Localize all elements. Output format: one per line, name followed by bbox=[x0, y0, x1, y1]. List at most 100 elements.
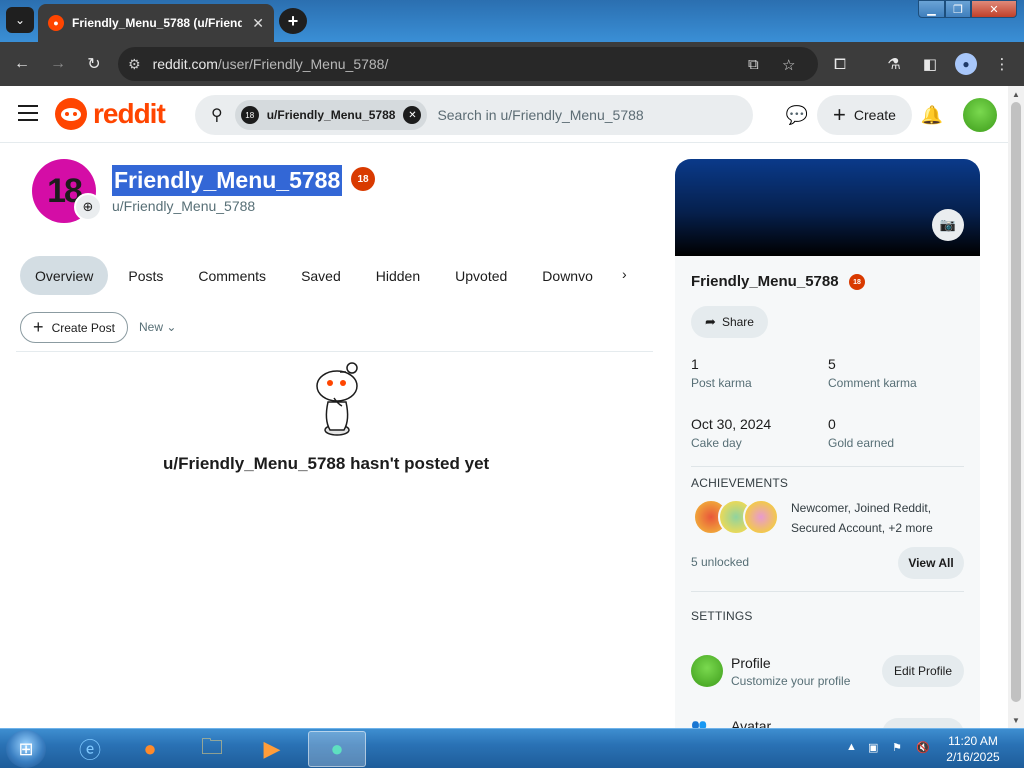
snoo-empty-state-icon bbox=[316, 362, 358, 436]
plus-icon: + bbox=[33, 317, 44, 337]
scrollbar-thumb[interactable] bbox=[1011, 102, 1021, 702]
address-bar[interactable]: ⚙ reddit.com/user/Friendly_Menu_5788/ ⧉ … bbox=[118, 47, 818, 81]
chat-icon[interactable]: 💬 bbox=[785, 103, 809, 127]
share-button[interactable]: ➦ Share bbox=[691, 306, 768, 338]
address-url: reddit.com/user/Friendly_Menu_5788/ bbox=[153, 56, 389, 72]
create-post-button[interactable]: + Create Post bbox=[20, 312, 128, 343]
clock-date: 2/16/2025 bbox=[946, 750, 1000, 764]
firefox-icon[interactable]: ● bbox=[124, 731, 176, 767]
secured-account-achievement-icon bbox=[743, 499, 779, 535]
page-scrollbar[interactable]: ▲ ▼ bbox=[1008, 86, 1024, 728]
show-hidden-icons-icon[interactable]: ▲ bbox=[846, 741, 857, 753]
sidebar-divider bbox=[691, 591, 964, 592]
profile-setting-title: Profile bbox=[731, 655, 771, 671]
system-clock[interactable]: 11:20 AM 2/16/2025 bbox=[940, 733, 1006, 765]
empty-state-message: u/Friendly_Menu_5788 hasn't posted yet bbox=[163, 454, 490, 473]
clock-time: 11:20 AM bbox=[948, 734, 998, 748]
tab-close-icon[interactable]: ✕ bbox=[252, 15, 264, 32]
profile-settings-avatar bbox=[691, 655, 723, 687]
chip-remove-icon[interactable]: ✕ bbox=[403, 106, 422, 124]
create-post-label: Create Post bbox=[51, 320, 115, 335]
hamburger-menu-icon[interactable] bbox=[18, 105, 38, 123]
reddit-favicon-icon: ● bbox=[48, 15, 64, 31]
tab-upvoted[interactable]: Upvoted bbox=[440, 256, 522, 295]
user-avatar[interactable] bbox=[963, 98, 997, 132]
bookmark-star-icon[interactable]: ☆ bbox=[782, 56, 795, 74]
tab-overview[interactable]: Overview bbox=[20, 256, 109, 295]
search-scope-chip[interactable]: 18 u/Friendly_Menu_5788 ✕ bbox=[234, 100, 428, 130]
tab-comments[interactable]: Comments bbox=[183, 256, 281, 295]
search-icon: ⚲ bbox=[211, 107, 223, 124]
labs-flask-icon[interactable]: ⚗ bbox=[883, 53, 905, 75]
site-info-icon[interactable]: ⚙ bbox=[128, 56, 141, 73]
media-player-icon[interactable]: ▶ bbox=[246, 731, 298, 767]
profile-tabs: Overview Posts Comments Saved Hidden Upvoted D… bbox=[20, 256, 613, 295]
forward-arrow-icon[interactable]: → bbox=[46, 52, 70, 76]
action-center-flag-icon[interactable]: ⚑ bbox=[892, 741, 902, 754]
reload-icon[interactable]: ↻ bbox=[82, 52, 106, 76]
chip-avatar: 18 bbox=[240, 106, 259, 124]
browser-title-bar: ⌄ ● Friendly_Menu_5788 (u/Friend ✕ + ▁ ❐… bbox=[0, 0, 1024, 42]
file-explorer-icon[interactable]: 🗀 bbox=[186, 731, 238, 767]
back-arrow-icon[interactable]: ← bbox=[10, 52, 34, 76]
cake-day-label: Cake day bbox=[691, 436, 742, 450]
chevron-down-icon: ⌄ bbox=[14, 13, 26, 27]
side-panel-icon[interactable]: ◧ bbox=[919, 53, 941, 75]
tab-search-button[interactable]: ⌄ bbox=[6, 7, 34, 33]
plus-icon: + bbox=[833, 102, 846, 127]
reddit-logo[interactable]: reddit bbox=[55, 98, 166, 130]
sidebar-username: Friendly_Menu_5788 bbox=[691, 273, 839, 290]
browser-toolbar: ← → ↻ ⚙ reddit.com/user/Friendly_Menu_57… bbox=[0, 42, 1024, 86]
internet-explorer-icon[interactable]: ⓔ bbox=[64, 731, 116, 767]
avatar-setting-title: Avatar bbox=[731, 718, 772, 728]
search-input[interactable]: Search in u/Friendly_Menu_5788 bbox=[437, 107, 643, 123]
volume-muted-icon[interactable]: 🔇 bbox=[916, 741, 930, 754]
achievements-unlocked-count: 5 unlocked bbox=[691, 555, 750, 569]
gold-earned-value: 0 bbox=[828, 416, 836, 432]
gold-earned-label: Gold earned bbox=[828, 436, 895, 450]
search-bar[interactable]: ⚲ 18 u/Friendly_Menu_5788 ✕ Search in u/… bbox=[195, 95, 753, 135]
tabs-next-chevron-icon[interactable]: › bbox=[622, 266, 627, 282]
install-app-icon[interactable]: ⧉ bbox=[748, 56, 759, 73]
scroll-up-icon[interactable]: ▲ bbox=[1008, 86, 1024, 102]
profile-handle: u/Friendly_Menu_5788 bbox=[112, 198, 256, 214]
age-badge: 18 bbox=[351, 167, 375, 191]
achievement-icons[interactable] bbox=[693, 499, 779, 535]
reddit-header: reddit ⚲ 18 u/Friendly_Menu_5788 ✕ Searc… bbox=[0, 86, 1008, 143]
view-all-button[interactable]: View All bbox=[898, 547, 964, 579]
scroll-down-icon[interactable]: ▼ bbox=[1008, 712, 1024, 728]
window-minimize-button[interactable]: ▁ bbox=[918, 0, 945, 18]
active-app-icon[interactable]: ● bbox=[308, 731, 366, 767]
notifications-bell-icon[interactable]: 🔔 bbox=[920, 103, 944, 127]
comment-karma-label: Comment karma bbox=[828, 376, 917, 390]
camera-icon[interactable]: 📷 bbox=[932, 209, 964, 241]
profile-banner bbox=[675, 159, 980, 256]
browser-profile-icon[interactable]: ● bbox=[955, 53, 977, 75]
tab-downvo[interactable]: Downvo bbox=[527, 256, 608, 295]
create-button[interactable]: + Create bbox=[817, 95, 912, 135]
new-tab-button[interactable]: + bbox=[279, 8, 307, 34]
extensions-icon[interactable]: ⧠ bbox=[829, 53, 851, 75]
window-close-button[interactable]: ✕ bbox=[971, 0, 1017, 18]
windows-taskbar: ⊞ ⓔ ● 🗀 ▶ ● ▲ ▣ ⚑ 🔇 11:20 AM 2/16/2025 bbox=[0, 728, 1024, 768]
avatar-setting-button[interactable] bbox=[882, 718, 964, 728]
window-maximize-button[interactable]: ❐ bbox=[945, 0, 971, 18]
browser-tab-active[interactable]: ● Friendly_Menu_5788 (u/Friend ✕ bbox=[38, 4, 274, 42]
profile-setting-subtitle: Customize your profile bbox=[731, 674, 851, 688]
browser-menu-icon[interactable]: ⋮ bbox=[991, 53, 1013, 75]
add-avatar-icon[interactable]: ⊕ bbox=[74, 193, 102, 221]
cake-day-value: Oct 30, 2024 bbox=[691, 416, 772, 432]
chevron-down-icon: ⌄ bbox=[166, 320, 177, 334]
url-host: reddit.com bbox=[152, 56, 218, 72]
network-icon[interactable]: ▣ bbox=[868, 741, 878, 754]
profile-display-name: Friendly_Menu_5788 bbox=[112, 165, 343, 196]
tab-saved[interactable]: Saved bbox=[286, 256, 356, 295]
tab-hidden[interactable]: Hidden bbox=[361, 256, 435, 295]
settings-title: SETTINGS bbox=[691, 609, 753, 623]
edit-profile-button[interactable]: Edit Profile bbox=[882, 655, 964, 687]
feed-divider bbox=[16, 351, 653, 352]
tab-posts[interactable]: Posts bbox=[113, 256, 178, 295]
sort-dropdown[interactable]: New ⌄ bbox=[139, 320, 176, 334]
sidebar-divider bbox=[691, 466, 964, 467]
start-button[interactable]: ⊞ bbox=[6, 730, 46, 768]
